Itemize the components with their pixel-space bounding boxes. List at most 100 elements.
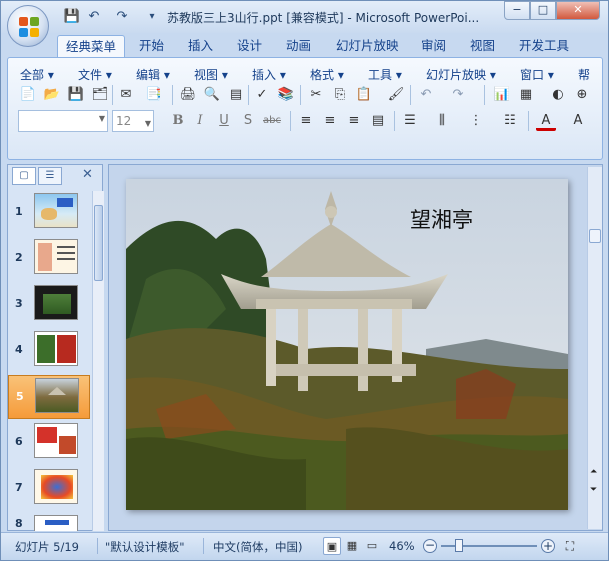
font-size-value: 12 xyxy=(116,114,132,128)
slide-thumb-1[interactable]: 1 xyxy=(8,191,90,235)
customize-qat-icon[interactable]: ▾ xyxy=(143,8,161,26)
slide-title[interactable]: 望湘亭 xyxy=(410,204,473,234)
print-icon[interactable]: 🖨 xyxy=(178,85,198,105)
status-bar: 幻灯片 5/19 "默认设计模板" 中文(简体，中国) ▣ ▦ ▭ 46% − … xyxy=(1,532,608,560)
slide-thumb-5[interactable]: 5 xyxy=(8,375,90,419)
bullets-icon[interactable]: ☷ xyxy=(500,111,520,131)
tab-insert[interactable]: 插入 xyxy=(180,35,221,58)
menu-file[interactable]: 文件 ▾ xyxy=(78,66,112,83)
slide-thumb-8[interactable]: 8 xyxy=(8,513,90,531)
save-icon[interactable]: 💾 xyxy=(63,8,81,26)
slide-thumb-6[interactable]: 6 xyxy=(8,421,90,465)
cut-icon[interactable]: ✂ xyxy=(306,85,326,105)
office-button[interactable] xyxy=(7,5,49,47)
close-pane-icon[interactable]: ✕ xyxy=(82,167,93,182)
slides-tab[interactable]: ▢ xyxy=(12,167,36,185)
fit-to-window-icon[interactable]: ⛶ xyxy=(561,537,579,555)
redo-toolbar-icon[interactable]: ↷ xyxy=(448,85,468,105)
prev-slide-icon[interactable]: ⏶ xyxy=(590,467,597,477)
underline-button[interactable]: U xyxy=(214,111,234,131)
tab-developer[interactable]: 开发工具 xyxy=(511,35,577,58)
permission-icon[interactable]: 🗂 xyxy=(90,85,110,105)
justify-icon[interactable]: ▤ xyxy=(368,111,388,131)
align-center-icon[interactable]: ≡ xyxy=(320,111,340,131)
next-slide-icon[interactable]: ⏷ xyxy=(590,485,597,495)
tab-design[interactable]: 设计 xyxy=(229,35,270,58)
menu-help[interactable]: 帮 xyxy=(578,66,590,83)
color-icon[interactable]: ◐ xyxy=(548,85,568,105)
maximize-button[interactable]: □ xyxy=(530,1,556,20)
undo-toolbar-icon[interactable]: ↶ xyxy=(416,85,436,105)
slide-canvas[interactable]: 望湘亭 xyxy=(126,179,568,510)
editor-scroll-thumb[interactable] xyxy=(589,229,601,243)
align-left-icon[interactable]: ≡ xyxy=(296,111,316,131)
slideshow-view-icon[interactable]: ▭ xyxy=(363,537,381,555)
zoom-slider[interactable] xyxy=(441,539,537,552)
zoom-out-button[interactable]: − xyxy=(423,539,437,553)
minimize-button[interactable]: − xyxy=(504,1,530,20)
slide-thumb-4[interactable]: 4 xyxy=(8,329,90,373)
menu-window[interactable]: 窗口 ▾ xyxy=(520,66,554,83)
font-name-combo[interactable]: ▼ xyxy=(18,110,108,132)
research-icon[interactable]: 📚 xyxy=(276,85,296,105)
save-file-icon[interactable]: 💾 xyxy=(66,85,86,105)
italic-button[interactable]: I xyxy=(190,111,210,131)
language-indicator[interactable]: 中文(简体，中国) xyxy=(213,539,302,555)
tab-animations[interactable]: 动画 xyxy=(278,35,319,58)
menu-insert[interactable]: 插入 ▾ xyxy=(252,66,286,83)
align-right-icon[interactable]: ≡ xyxy=(344,111,364,131)
spelling-icon[interactable]: ✓ xyxy=(252,85,272,105)
tab-view[interactable]: 视图 xyxy=(462,35,503,58)
strikethrough-button[interactable]: abc xyxy=(262,111,282,131)
print-preview-icon[interactable]: 🔍 xyxy=(202,85,222,105)
font-color-button[interactable]: A xyxy=(536,111,556,131)
slide-thumb-7[interactable]: 7 xyxy=(8,467,90,511)
menu-edit[interactable]: 编辑 ▾ xyxy=(136,66,170,83)
slide-thumb-image xyxy=(34,515,78,531)
zoom-level[interactable]: 46% xyxy=(389,539,415,553)
format-painter-icon[interactable]: 🖌 xyxy=(386,85,406,105)
menu-format[interactable]: 格式 ▾ xyxy=(310,66,344,83)
slide-view-icon[interactable]: ▤ xyxy=(226,85,246,105)
menu-all[interactable]: 全部 ▾ xyxy=(20,66,54,83)
chart-icon[interactable]: 📊 xyxy=(492,85,512,105)
open-icon[interactable]: 📂 xyxy=(42,85,62,105)
slide-thumb-image xyxy=(34,193,78,228)
email-icon[interactable]: ✉ xyxy=(116,85,136,105)
numbering-icon[interactable]: ⋮ xyxy=(466,111,486,131)
tab-slideshow[interactable]: 幻灯片放映 xyxy=(328,35,407,58)
zoom-slider-thumb[interactable] xyxy=(455,539,463,552)
zoom-icon[interactable]: ⊕ xyxy=(572,85,592,105)
menu-slideshow[interactable]: 幻灯片放映 ▾ xyxy=(426,66,496,83)
menu-view[interactable]: 视图 ▾ xyxy=(194,66,228,83)
close-button[interactable]: ✕ xyxy=(556,1,600,20)
theme-name[interactable]: "默认设计模板" xyxy=(105,539,185,555)
bold-button[interactable]: B xyxy=(168,111,188,131)
columns-icon[interactable]: ⫼ xyxy=(432,111,452,131)
slides-scrollbar[interactable] xyxy=(92,191,104,531)
tab-classic-menu[interactable]: 经典菜单 xyxy=(57,35,126,58)
redo-icon[interactable]: ↷ xyxy=(113,8,131,26)
slide-thumb-3[interactable]: 3 xyxy=(8,283,90,327)
outline-tab[interactable]: ☰ xyxy=(38,167,62,185)
menu-tools[interactable]: 工具 ▾ xyxy=(368,66,402,83)
table-icon[interactable]: ▦ xyxy=(516,85,536,105)
font-size-combo[interactable]: 12 ▼ xyxy=(112,110,154,132)
zoom-in-button[interactable]: + xyxy=(541,539,555,553)
undo-icon[interactable]: ↶ xyxy=(85,8,103,26)
scroll-thumb[interactable] xyxy=(94,205,103,281)
slide-thumb-2[interactable]: 2 xyxy=(8,237,90,281)
grow-font-button[interactable]: A xyxy=(568,111,588,131)
normal-view-icon[interactable]: ▣ xyxy=(323,537,341,555)
slide-sorter-icon[interactable]: ▦ xyxy=(343,537,361,555)
paste-icon[interactable]: 📋 xyxy=(354,85,374,105)
shadow-button[interactable]: S xyxy=(238,111,258,131)
publish-icon[interactable]: 📑 xyxy=(144,85,164,105)
tab-home[interactable]: 开始 xyxy=(131,35,172,58)
tab-review[interactable]: 审阅 xyxy=(413,35,454,58)
copy-icon[interactable]: ⎘ xyxy=(330,85,350,105)
line-spacing-icon[interactable]: ☰ xyxy=(400,111,420,131)
editor-scrollbar[interactable]: ⏶ ⏷ xyxy=(587,167,602,529)
new-icon[interactable]: 📄 xyxy=(18,85,38,105)
slide-thumb-image xyxy=(34,239,78,274)
